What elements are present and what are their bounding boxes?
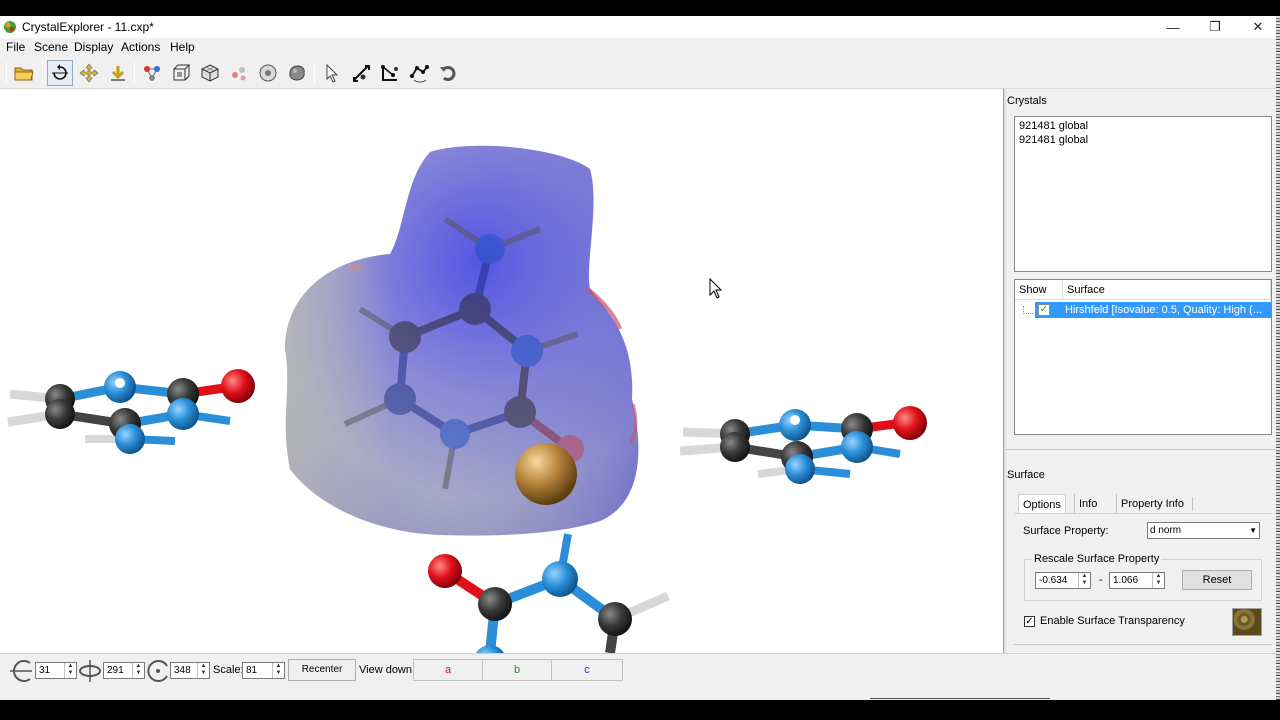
spin-arrows-icon[interactable]: ▲ ▼ [1078, 573, 1090, 588]
scale-label: Scale: [213, 664, 244, 676]
restore-icon: ❐ [1209, 19, 1221, 34]
spin-arrows-icon[interactable]: ▲ ▼ [272, 663, 284, 678]
molecule-bottom [428, 533, 670, 653]
menu-scene[interactable]: Scene [34, 40, 68, 54]
column-header-surface[interactable]: Surface [1063, 280, 1271, 300]
window-edge-stripe [1276, 16, 1280, 700]
column-header-show[interactable]: Show [1015, 280, 1063, 300]
view-controls-bar: 31 ▲ ▼ 291 ▲ ▼ 348 ▲ ▼ Scale: 81 ▲ ▼ Recente… [0, 653, 1276, 684]
rotate-y-icon [79, 660, 101, 682]
pointer-icon[interactable] [319, 60, 345, 86]
surface-property-label: Surface Property: [1023, 525, 1109, 537]
spin-arrows-icon[interactable]: ▲ ▼ [1152, 573, 1164, 588]
tab-bar-line [1014, 513, 1272, 514]
fragment-icon[interactable] [226, 60, 252, 86]
spin-arrows-icon[interactable]: ▲ ▼ [64, 663, 76, 678]
rotate-x-icon [10, 660, 32, 682]
sphere-icon[interactable] [255, 60, 281, 86]
surface-name: Hirshfeld [Isovalue: 0.5, Quality: High … [1065, 304, 1262, 316]
crystals-list[interactable]: 921481 global 921481 global [1014, 116, 1272, 272]
surface-section-label: Surface [1007, 469, 1045, 481]
atoms-icon[interactable] [139, 60, 165, 86]
molecule-left [7, 369, 255, 454]
scale-input[interactable]: 81 ▲ ▼ [242, 662, 285, 679]
toolbar [0, 57, 1276, 89]
tab-property-info[interactable]: Property Info [1116, 494, 1188, 514]
crystal-scene [7, 145, 927, 653]
cell-icon[interactable] [168, 60, 194, 86]
angle-icon[interactable] [377, 60, 403, 86]
open-folder-icon[interactable] [11, 60, 37, 86]
menu-bar: File Scene Display Actions Help [0, 38, 1276, 56]
rescale-min-input[interactable]: -0.634 ▲ ▼ [1035, 572, 1091, 589]
range-dash: - [1099, 574, 1103, 586]
rotation-z-input[interactable]: 348 ▲ ▼ [170, 662, 210, 679]
recenter-button[interactable]: Recenter [288, 659, 356, 681]
translate-icon[interactable] [76, 60, 102, 86]
transparency-checkbox[interactable]: ✓ [1024, 616, 1035, 627]
crystals-label: Crystals [1007, 95, 1047, 107]
scale-icon[interactable] [105, 60, 131, 86]
right-panel: Crystals 921481 global 921481 global Sho… [1006, 89, 1276, 653]
tab-info[interactable]: Info [1074, 494, 1101, 514]
surface-visible-checkbox[interactable]: ✓ [1038, 304, 1050, 316]
torsion-icon[interactable] [406, 60, 432, 86]
tab-options[interactable]: Options [1018, 494, 1066, 514]
rescale-title: Rescale Surface Property [1032, 553, 1162, 565]
minimize-icon: — [1166, 19, 1180, 35]
window-title: CrystalExplorer - 11.cxp* [22, 20, 154, 34]
rescale-max-input[interactable]: 1.066 ▲ ▼ [1109, 572, 1165, 589]
title-bar: CrystalExplorer - 11.cxp* — ❐ ✕ [0, 16, 1276, 38]
view-down-a-button[interactable]: a [413, 659, 483, 681]
surface-color-swatch[interactable] [1232, 608, 1262, 636]
view-down-c-button[interactable]: c [551, 659, 623, 681]
rotation-x-input[interactable]: 31 ▲ ▼ [35, 662, 77, 679]
surfaces-table[interactable]: Show Surface ✓ Hirshfeld [Isovalue: 0.5,… [1014, 279, 1272, 435]
rotate-z-icon [147, 660, 168, 682]
surface-property-select[interactable]: d norm ▼ [1147, 522, 1260, 539]
menu-file[interactable]: File [6, 40, 25, 54]
spin-arrows-icon[interactable]: ▲ ▼ [197, 663, 209, 678]
reset-button[interactable]: Reset [1182, 570, 1252, 590]
molecule-right [679, 406, 927, 484]
surface-property-value: d norm [1150, 525, 1182, 536]
menu-help[interactable]: Help [170, 40, 195, 54]
tree-connector [1023, 306, 1033, 314]
close-icon: ✕ [1252, 19, 1264, 34]
menu-display[interactable]: Display [74, 40, 113, 54]
surface-icon[interactable] [284, 60, 310, 86]
crystal-list-item[interactable]: 921481 global [1019, 119, 1267, 133]
crystal-explorer-window: CrystalExplorer - 11.cxp* — ❐ ✕ File Sce… [0, 16, 1276, 700]
maximize-button[interactable]: ❐ [1193, 16, 1237, 38]
undo-icon[interactable] [435, 60, 461, 86]
view-down-b-button[interactable]: b [482, 659, 552, 681]
window-bottom-edge [0, 684, 1276, 700]
app-logo-icon [4, 21, 16, 33]
hirshfeld-surface [285, 145, 639, 536]
transparency-label: Enable Surface Transparency [1040, 615, 1185, 627]
mouse-cursor-icon [709, 277, 723, 299]
rotation-y-input[interactable]: 291 ▲ ▼ [103, 662, 145, 679]
3d-viewport[interactable] [0, 89, 1003, 653]
distance-icon[interactable] [348, 60, 374, 86]
surface-row-hirshfeld[interactable]: ✓ Hirshfeld [Isovalue: 0.5, Quality: Hig… [1035, 302, 1271, 318]
spin-arrows-icon[interactable]: ▲ ▼ [132, 663, 144, 678]
close-button[interactable]: ✕ [1236, 16, 1280, 38]
menu-actions[interactable]: Actions [121, 40, 160, 54]
crystal-list-item[interactable]: 921481 global [1019, 133, 1267, 147]
minimize-button[interactable]: — [1151, 16, 1195, 38]
box-icon[interactable] [197, 60, 223, 86]
rescale-group: Rescale Surface Property -0.634 ▲ ▼ - 1.0… [1024, 553, 1262, 601]
chevron-down-icon: ▼ [1249, 526, 1257, 535]
panel-divider [1006, 449, 1276, 450]
view-down-label: View down: [359, 664, 416, 676]
rotate-icon[interactable] [47, 60, 73, 86]
